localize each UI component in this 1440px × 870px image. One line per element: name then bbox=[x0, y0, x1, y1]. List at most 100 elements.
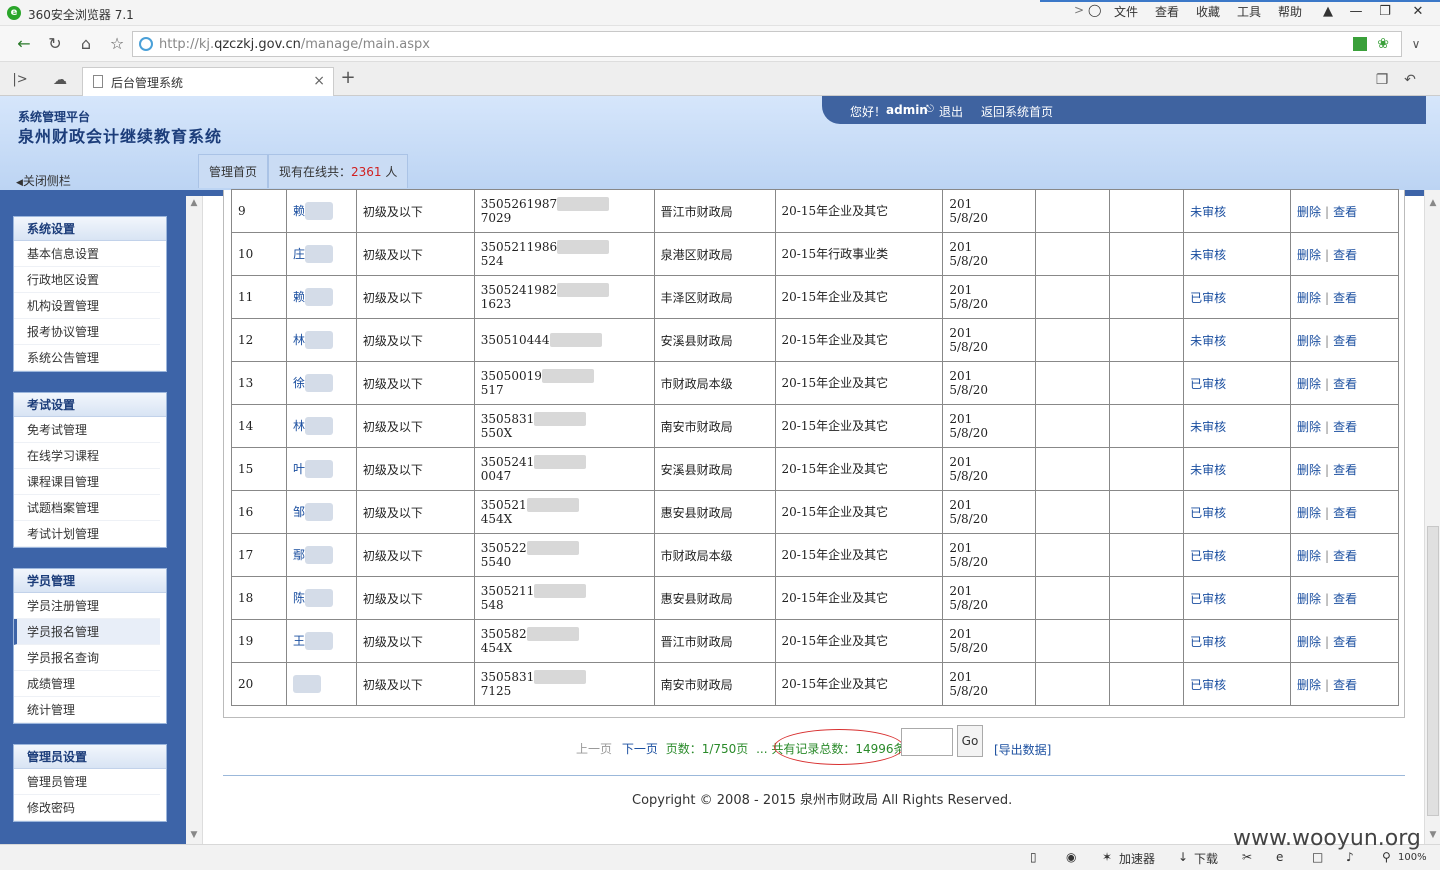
delete-link[interactable]: 删除 bbox=[1297, 635, 1321, 649]
sidebar-toggle-icon[interactable]: |> bbox=[8, 68, 32, 92]
chevron-right-icon[interactable]: > bbox=[1074, 3, 1084, 17]
scroll-up-arrow-icon[interactable]: ▲ bbox=[186, 198, 202, 208]
delete-link[interactable]: 删除 bbox=[1297, 549, 1321, 563]
shield-leaf-icon[interactable]: ❀ bbox=[1377, 36, 1389, 52]
sidebar-item[interactable]: 成绩管理 bbox=[14, 671, 160, 697]
student-name[interactable]: 徐 bbox=[285, 361, 357, 405]
minimize-icon[interactable]: — bbox=[1344, 2, 1368, 22]
maximize-icon[interactable]: ❐ bbox=[1373, 2, 1397, 22]
view-link[interactable]: 查看 bbox=[1333, 205, 1357, 219]
logout-link[interactable]: 退出 bbox=[939, 103, 963, 120]
export-data-link[interactable]: [导出数据] bbox=[994, 741, 1051, 758]
audit-status[interactable]: 已审核 bbox=[1183, 619, 1292, 663]
return-home-link[interactable]: 返回系统首页 bbox=[981, 103, 1053, 120]
student-name[interactable]: 陈 bbox=[285, 576, 357, 620]
prev-page-link[interactable]: 上一页 bbox=[576, 742, 612, 756]
student-name[interactable] bbox=[285, 662, 357, 706]
sidebar-item[interactable]: 学员报名管理 bbox=[14, 619, 160, 645]
student-name[interactable]: 叶 bbox=[285, 447, 357, 491]
sidebar-item[interactable]: 报考协议管理 bbox=[14, 319, 160, 345]
delete-link[interactable]: 删除 bbox=[1297, 205, 1321, 219]
sidebar-group-header[interactable]: 系统设置 bbox=[14, 217, 166, 241]
audit-status[interactable]: 未审核 bbox=[1183, 447, 1292, 491]
delete-link[interactable]: 删除 bbox=[1297, 291, 1321, 305]
student-name[interactable]: 赖 bbox=[285, 275, 357, 319]
student-name[interactable]: 鄢 bbox=[285, 533, 357, 577]
menu-favorites[interactable]: 收藏 bbox=[1196, 3, 1220, 20]
window-icon[interactable]: □ bbox=[1312, 850, 1323, 864]
student-name[interactable]: 王 bbox=[285, 619, 357, 663]
menu-file[interactable]: 文件 bbox=[1114, 3, 1138, 20]
restore-tabs-icon[interactable]: ❐ bbox=[1370, 68, 1394, 92]
chevron-down-icon[interactable]: ∨ bbox=[1404, 32, 1428, 56]
delete-link[interactable]: 删除 bbox=[1297, 678, 1321, 692]
menu-help[interactable]: 帮助 bbox=[1278, 3, 1302, 20]
view-link[interactable]: 查看 bbox=[1333, 678, 1357, 692]
accelerator-icon[interactable]: ✶ bbox=[1102, 850, 1112, 864]
sidebar-group-header[interactable]: 管理员设置 bbox=[14, 745, 166, 769]
next-page-link[interactable]: 下一页 bbox=[622, 742, 658, 756]
download-icon[interactable]: ↓ bbox=[1178, 850, 1188, 864]
menu-view[interactable]: 查看 bbox=[1155, 3, 1179, 20]
sidebar-item[interactable]: 学员注册管理 bbox=[14, 593, 160, 619]
home-icon[interactable]: ⌂ bbox=[74, 32, 98, 56]
view-link[interactable]: 查看 bbox=[1333, 506, 1357, 520]
audit-status[interactable]: 已审核 bbox=[1183, 490, 1292, 534]
sidebar-item[interactable]: 修改密码 bbox=[14, 795, 160, 821]
sidebar-item[interactable]: 免考试管理 bbox=[14, 417, 160, 443]
delete-link[interactable]: 删除 bbox=[1297, 506, 1321, 520]
cloud-icon[interactable]: ☁ bbox=[48, 68, 72, 92]
scroll-thumb[interactable] bbox=[1427, 526, 1439, 816]
delete-link[interactable]: 删除 bbox=[1297, 463, 1321, 477]
view-link[interactable]: 查看 bbox=[1333, 334, 1357, 348]
audit-status[interactable]: 已审核 bbox=[1183, 533, 1292, 577]
student-name[interactable]: 庄 bbox=[285, 232, 357, 276]
sidebar-item[interactable]: 系统公告管理 bbox=[14, 345, 160, 371]
tab-admin-system[interactable]: 后台管理系统 × bbox=[82, 67, 334, 96]
go-button[interactable]: Go bbox=[957, 725, 983, 757]
view-link[interactable]: 查看 bbox=[1333, 592, 1357, 606]
view-link[interactable]: 查看 bbox=[1333, 291, 1357, 305]
student-name[interactable]: 邹 bbox=[285, 490, 357, 534]
delete-link[interactable]: 删除 bbox=[1297, 334, 1321, 348]
delete-link[interactable]: 删除 bbox=[1297, 420, 1321, 434]
speed-icon[interactable]: ◉ bbox=[1066, 850, 1076, 864]
download-label[interactable]: 下载 bbox=[1194, 850, 1218, 867]
refresh-icon[interactable]: ↻ bbox=[43, 32, 67, 56]
sidebar-item[interactable]: 试题档案管理 bbox=[14, 495, 160, 521]
student-name[interactable]: 林 bbox=[285, 318, 357, 362]
tab-close-icon[interactable]: × bbox=[313, 73, 325, 89]
zoom-level[interactable]: 100% bbox=[1398, 852, 1427, 863]
view-link[interactable]: 查看 bbox=[1333, 463, 1357, 477]
sidebar-item[interactable]: 课程课目管理 bbox=[14, 469, 160, 495]
shirt-skin-icon[interactable]: ▲ bbox=[1316, 2, 1340, 22]
accelerator-label[interactable]: 加速器 bbox=[1119, 850, 1155, 867]
sidebar-item[interactable]: 考试计划管理 bbox=[14, 521, 160, 547]
screenshot-icon[interactable]: ✂ bbox=[1242, 850, 1252, 864]
page-jump-input[interactable] bbox=[901, 728, 953, 756]
logout-icon[interactable]: ⎋ bbox=[926, 104, 934, 115]
audit-status[interactable]: 已审核 bbox=[1183, 662, 1292, 706]
audit-status[interactable]: 未审核 bbox=[1183, 404, 1292, 448]
main-scroll-up-icon[interactable]: ▲ bbox=[1425, 198, 1440, 208]
undo-close-icon[interactable]: ↶ bbox=[1398, 68, 1422, 92]
view-link[interactable]: 查看 bbox=[1333, 549, 1357, 563]
sidebar-item[interactable]: 学员报名查询 bbox=[14, 645, 160, 671]
delete-link[interactable]: 删除 bbox=[1297, 248, 1321, 262]
view-link[interactable]: 查看 bbox=[1333, 635, 1357, 649]
sidebar-item[interactable]: 在线学习课程 bbox=[14, 443, 160, 469]
ie-icon[interactable]: e bbox=[1276, 850, 1283, 864]
view-link[interactable]: 查看 bbox=[1333, 377, 1357, 391]
sidebar-item[interactable]: 行政地区设置 bbox=[14, 267, 160, 293]
qr-code-icon[interactable] bbox=[1353, 37, 1367, 51]
delete-link[interactable]: 删除 bbox=[1297, 377, 1321, 391]
close-sidebar-link[interactable]: ◀关闭侧栏 bbox=[16, 172, 71, 189]
sidebar-item[interactable]: 基本信息设置 bbox=[14, 241, 160, 267]
main-scroll-down-icon[interactable]: ▼ bbox=[1425, 830, 1440, 840]
scroll-down-arrow-icon[interactable]: ▼ bbox=[186, 830, 202, 840]
student-name[interactable]: 林 bbox=[285, 404, 357, 448]
sidebar-group-header[interactable]: 考试设置 bbox=[14, 393, 166, 417]
star-favorite-icon[interactable]: ☆ bbox=[105, 32, 129, 56]
sidebar-item[interactable]: 统计管理 bbox=[14, 697, 160, 723]
view-link[interactable]: 查看 bbox=[1333, 420, 1357, 434]
